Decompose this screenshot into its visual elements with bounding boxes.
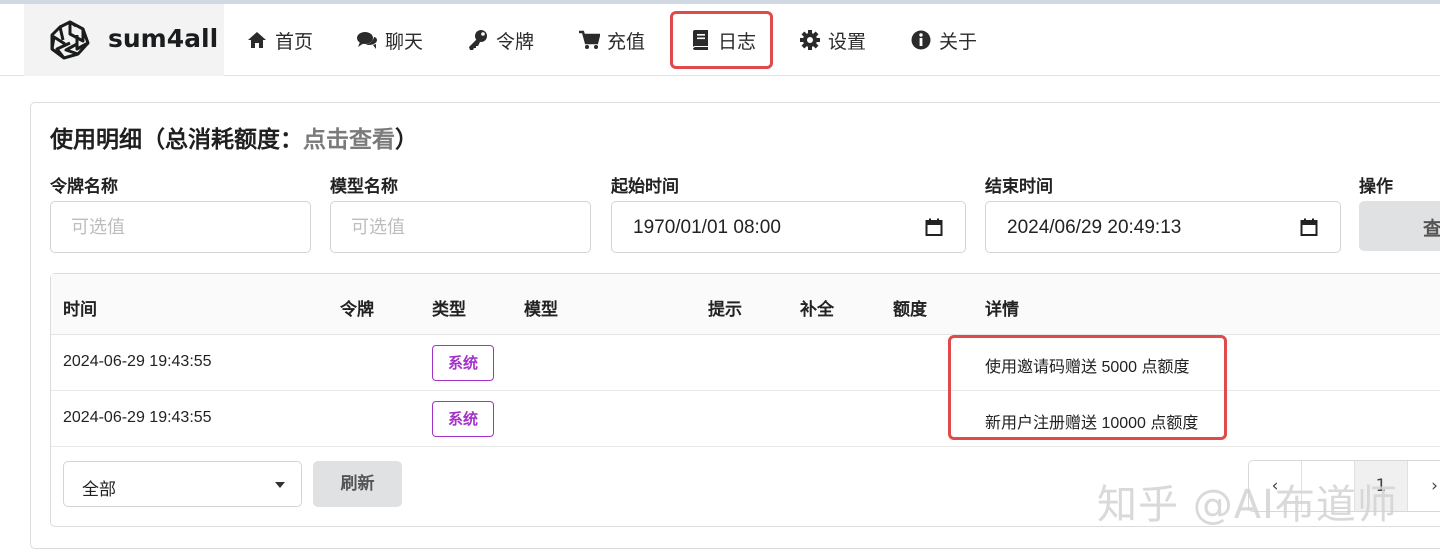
token-name-label: 令牌名称: [50, 177, 118, 197]
nav-item-settings[interactable]: 设置: [799, 4, 866, 76]
annotation-highlight-box: [670, 11, 773, 69]
column-header-prompt[interactable]: 提示: [708, 295, 742, 320]
query-button[interactable]: 查: [1359, 201, 1440, 251]
nav-item-about[interactable]: 关于: [910, 4, 977, 76]
nav-item-label: 聊天: [385, 30, 424, 53]
table-row: 2024-06-29 19:43:55 系统 使用邀请码赠送 5000 点额度: [51, 335, 1440, 391]
log-type-select[interactable]: 全部: [63, 461, 302, 507]
column-header-quota[interactable]: 额度: [893, 295, 927, 320]
gear-icon: [800, 30, 820, 50]
watermark: 知乎 @AI布道师: [1097, 482, 1398, 528]
column-header-model[interactable]: 模型: [524, 295, 558, 320]
type-badge: 系统: [432, 345, 494, 381]
calendar-icon[interactable]: [1300, 218, 1318, 237]
nav-item-token[interactable]: 令牌: [467, 4, 534, 76]
table-row: 2024-06-29 19:43:55 系统 新用户注册赠送 10000 点额度: [51, 391, 1440, 447]
log-type-select-value: 全部: [82, 480, 116, 500]
nav-item-topup[interactable]: 充值: [578, 4, 645, 76]
column-header-time[interactable]: 时间: [63, 295, 97, 320]
nav-item-label: 充值: [607, 30, 646, 53]
column-header-detail[interactable]: 详情: [985, 295, 1019, 320]
type-badge: 系统: [432, 401, 494, 437]
page-title-suffix: ）: [395, 127, 418, 153]
cell-time: 2024-06-29 19:43:55: [63, 409, 212, 426]
calendar-icon[interactable]: [925, 218, 943, 237]
nav-item-chat[interactable]: 聊天: [356, 4, 423, 76]
chat-icon: [357, 32, 377, 49]
end-time-value: 2024/06/29 20:49:13: [1007, 217, 1182, 238]
action-label: 操作: [1359, 177, 1393, 197]
caret-down-icon: [275, 482, 285, 488]
model-name-label: 模型名称: [330, 177, 398, 197]
view-total-quota-link[interactable]: 点击查看: [303, 127, 395, 153]
openai-logo-icon: [50, 20, 90, 60]
page-title: 使用明细（总消耗额度：点击查看）: [50, 120, 418, 154]
cell-time: 2024-06-29 19:43:55: [63, 353, 212, 370]
nav-item-label: 令牌: [496, 30, 535, 53]
home-icon: [248, 32, 266, 48]
brand-name: sum4all: [108, 24, 219, 53]
start-time-input[interactable]: 1970/01/01 08:00: [611, 201, 966, 253]
page-title-prefix: 使用明细（总消耗额度：: [50, 127, 303, 153]
nav-item-label: 设置: [828, 30, 867, 53]
refresh-button[interactable]: 刷新: [313, 461, 402, 507]
top-navbar: sum4all 首页 聊天 令牌 充值 日志 设置 关于: [0, 4, 1440, 76]
annotation-highlight-box: [948, 335, 1227, 440]
start-time-label: 起始时间: [611, 177, 679, 197]
nav-item-label: 首页: [275, 30, 314, 53]
brand[interactable]: sum4all: [24, 4, 224, 76]
model-name-input[interactable]: [330, 201, 591, 253]
table-header: 时间 令牌 类型 模型 提示 补全 额度 详情: [51, 274, 1440, 335]
nav-item-label: 关于: [939, 30, 978, 53]
column-header-type[interactable]: 类型: [432, 295, 466, 320]
key-icon: [469, 30, 487, 50]
start-time-value: 1970/01/01 08:00: [633, 217, 781, 238]
cart-icon: [579, 30, 600, 49]
column-header-token[interactable]: 令牌: [340, 295, 374, 320]
column-header-completion[interactable]: 补全: [800, 295, 834, 320]
end-time-input[interactable]: 2024/06/29 20:49:13: [985, 201, 1341, 253]
end-time-label: 结束时间: [985, 177, 1053, 197]
token-name-input[interactable]: [50, 201, 311, 253]
info-icon: [911, 30, 931, 50]
nav-item-home[interactable]: 首页: [246, 4, 313, 76]
pager-next[interactable]: ›: [1408, 461, 1440, 511]
